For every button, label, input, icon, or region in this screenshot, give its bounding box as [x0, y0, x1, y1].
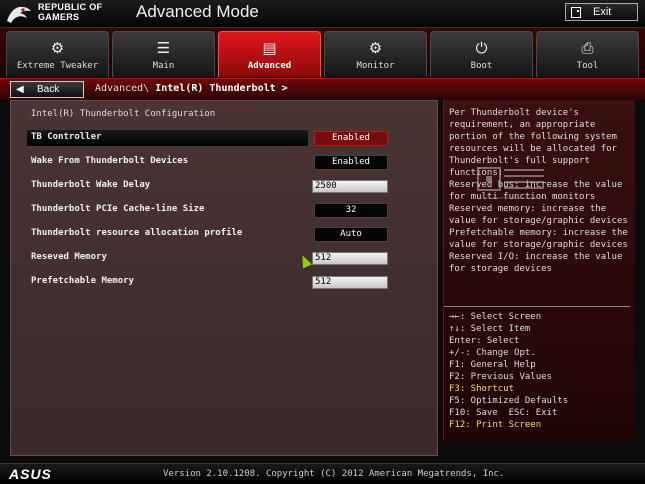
- setting-row-wake-delay[interactable]: Thunderbolt Wake Delay 2500: [27, 179, 433, 193]
- prefetchable-memory-input[interactable]: 512: [312, 276, 388, 289]
- tab-advanced[interactable]: ▤ Advanced: [218, 31, 321, 77]
- setting-row-pcie-cache-line-size[interactable]: Thunderbolt PCIe Cache-line Size 32: [27, 203, 433, 218]
- tab-label: Monitor: [356, 61, 395, 71]
- tab-label: Main: [152, 61, 175, 71]
- back-button[interactable]: ◀ Back: [10, 81, 84, 98]
- exit-door-icon: [571, 7, 581, 18]
- page-title: Advanced Mode: [136, 2, 259, 21]
- monitor-icon: ⚙: [368, 39, 383, 57]
- version-text: Version 2.10.1208. Copyright (C) 2012 Am…: [163, 469, 505, 479]
- tweaker-icon: ⚙: [50, 39, 65, 57]
- power-icon: ⏻: [475, 39, 488, 57]
- help-divider: [444, 306, 630, 307]
- setting-row-reserved-memory[interactable]: Reseved Memory 512: [27, 251, 433, 265]
- key-hint-shortcut[interactable]: F3: Shortcut: [449, 383, 635, 395]
- exit-button[interactable]: Exit: [565, 3, 638, 21]
- bottom-bar: ASUS Version 2.10.1208. Copyright (C) 20…: [0, 463, 645, 484]
- settings-panel: Intel(R) Thunderbolt Configuration TB Co…: [10, 100, 438, 456]
- tab-label: Advanced: [247, 61, 292, 71]
- key-hint-save-exit: F10: Save ESC: Exit: [449, 408, 558, 418]
- setting-label: Thunderbolt PCIe Cache-line Size: [31, 204, 205, 214]
- help-panel: Per Thunderbolt device's requirement, an…: [443, 100, 635, 440]
- printer-icon: ⎙: [581, 39, 594, 57]
- resource-allocation-profile-select[interactable]: Auto: [314, 227, 388, 242]
- tab-extreme-tweaker[interactable]: ⚙ Extreme Tweaker: [6, 31, 109, 77]
- tab-boot[interactable]: ⏻ Boot: [430, 31, 533, 77]
- advanced-icon: ▤: [262, 39, 277, 57]
- back-arrow-icon: ◀: [16, 84, 24, 95]
- wake-delay-input[interactable]: 2500: [312, 180, 388, 193]
- section-title: Intel(R) Thunderbolt Configuration: [31, 109, 216, 119]
- key-hint-optimized-defaults: F5: Optimized Defaults: [449, 396, 569, 406]
- setting-row-resource-allocation-profile[interactable]: Thunderbolt resource allocation profile …: [27, 227, 433, 242]
- tb-controller-select[interactable]: Enabled: [314, 131, 388, 146]
- breadcrumb-parent[interactable]: Advanced\: [95, 83, 149, 94]
- setting-row-wake-from-thunderbolt[interactable]: Wake From Thunderbolt Devices Enabled: [27, 155, 433, 170]
- setting-row-prefetchable-memory[interactable]: Prefetchable Memory 512: [27, 275, 433, 289]
- setting-label: Reseved Memory: [31, 252, 107, 262]
- key-hint-enter: Enter: Select: [449, 336, 520, 346]
- tab-main[interactable]: ☰ Main: [112, 31, 215, 77]
- setting-label: Thunderbolt resource allocation profile: [31, 228, 243, 238]
- key-hint-previous-values: F2: Previous Values: [449, 372, 552, 382]
- setting-label: Prefetchable Memory: [31, 276, 134, 286]
- breadcrumb-current: Intel(R) Thunderbolt >: [155, 83, 288, 94]
- setting-label: Thunderbolt Wake Delay: [31, 180, 151, 190]
- exit-button-label: Exit: [593, 6, 612, 18]
- watermark-logo-icon: [477, 167, 544, 199]
- breadcrumb: Advanced\ Intel(R) Thunderbolt >: [95, 83, 288, 94]
- key-legend: →←: Select Screen ↑↓: Select Item Enter:…: [449, 311, 635, 431]
- back-button-label: Back: [37, 84, 60, 95]
- tab-tool[interactable]: ⎙ Tool: [536, 31, 639, 77]
- brand-line2: GAMERS: [38, 12, 80, 22]
- setting-row-tb-controller[interactable]: TB Controller Enabled: [27, 130, 433, 146]
- breadcrumb-bar: ◀ Back Advanced\ Intel(R) Thunderbolt >: [0, 78, 645, 100]
- key-hint-print-screen[interactable]: F12: Print Screen: [449, 419, 635, 431]
- pcie-cache-line-size-select[interactable]: 32: [314, 203, 388, 218]
- rog-logo-icon: [7, 6, 31, 24]
- key-hint-general-help: F1: General Help: [449, 360, 536, 370]
- brand-line1: REPUBLIC OF: [38, 2, 103, 12]
- brand-text: REPUBLIC OF GAMERS: [38, 2, 102, 22]
- reserved-memory-input[interactable]: 512: [312, 252, 388, 265]
- tab-monitor[interactable]: ⚙ Monitor: [324, 31, 427, 77]
- key-hint-select-screen: →←: Select Screen: [449, 312, 542, 322]
- tab-label: Boot: [470, 61, 493, 71]
- setting-label: TB Controller: [31, 132, 102, 142]
- asus-logo: ASUS: [9, 466, 52, 482]
- tab-label: Extreme Tweaker: [16, 61, 99, 71]
- key-hint-select-item: ↑↓: Select Item: [449, 324, 531, 334]
- main-tab-bar: ⚙ Extreme Tweaker ☰ Main ▤ Advanced ⚙ Mo…: [0, 28, 645, 78]
- tab-label: Tool: [576, 61, 599, 71]
- key-hint-change-option: +/-: Change Opt.: [449, 348, 536, 358]
- setting-label: Wake From Thunderbolt Devices: [31, 156, 189, 166]
- list-icon: ☰: [156, 39, 171, 57]
- top-bar: REPUBLIC OF GAMERS Advanced Mode Exit: [0, 0, 645, 28]
- wake-from-thunderbolt-select[interactable]: Enabled: [314, 155, 388, 170]
